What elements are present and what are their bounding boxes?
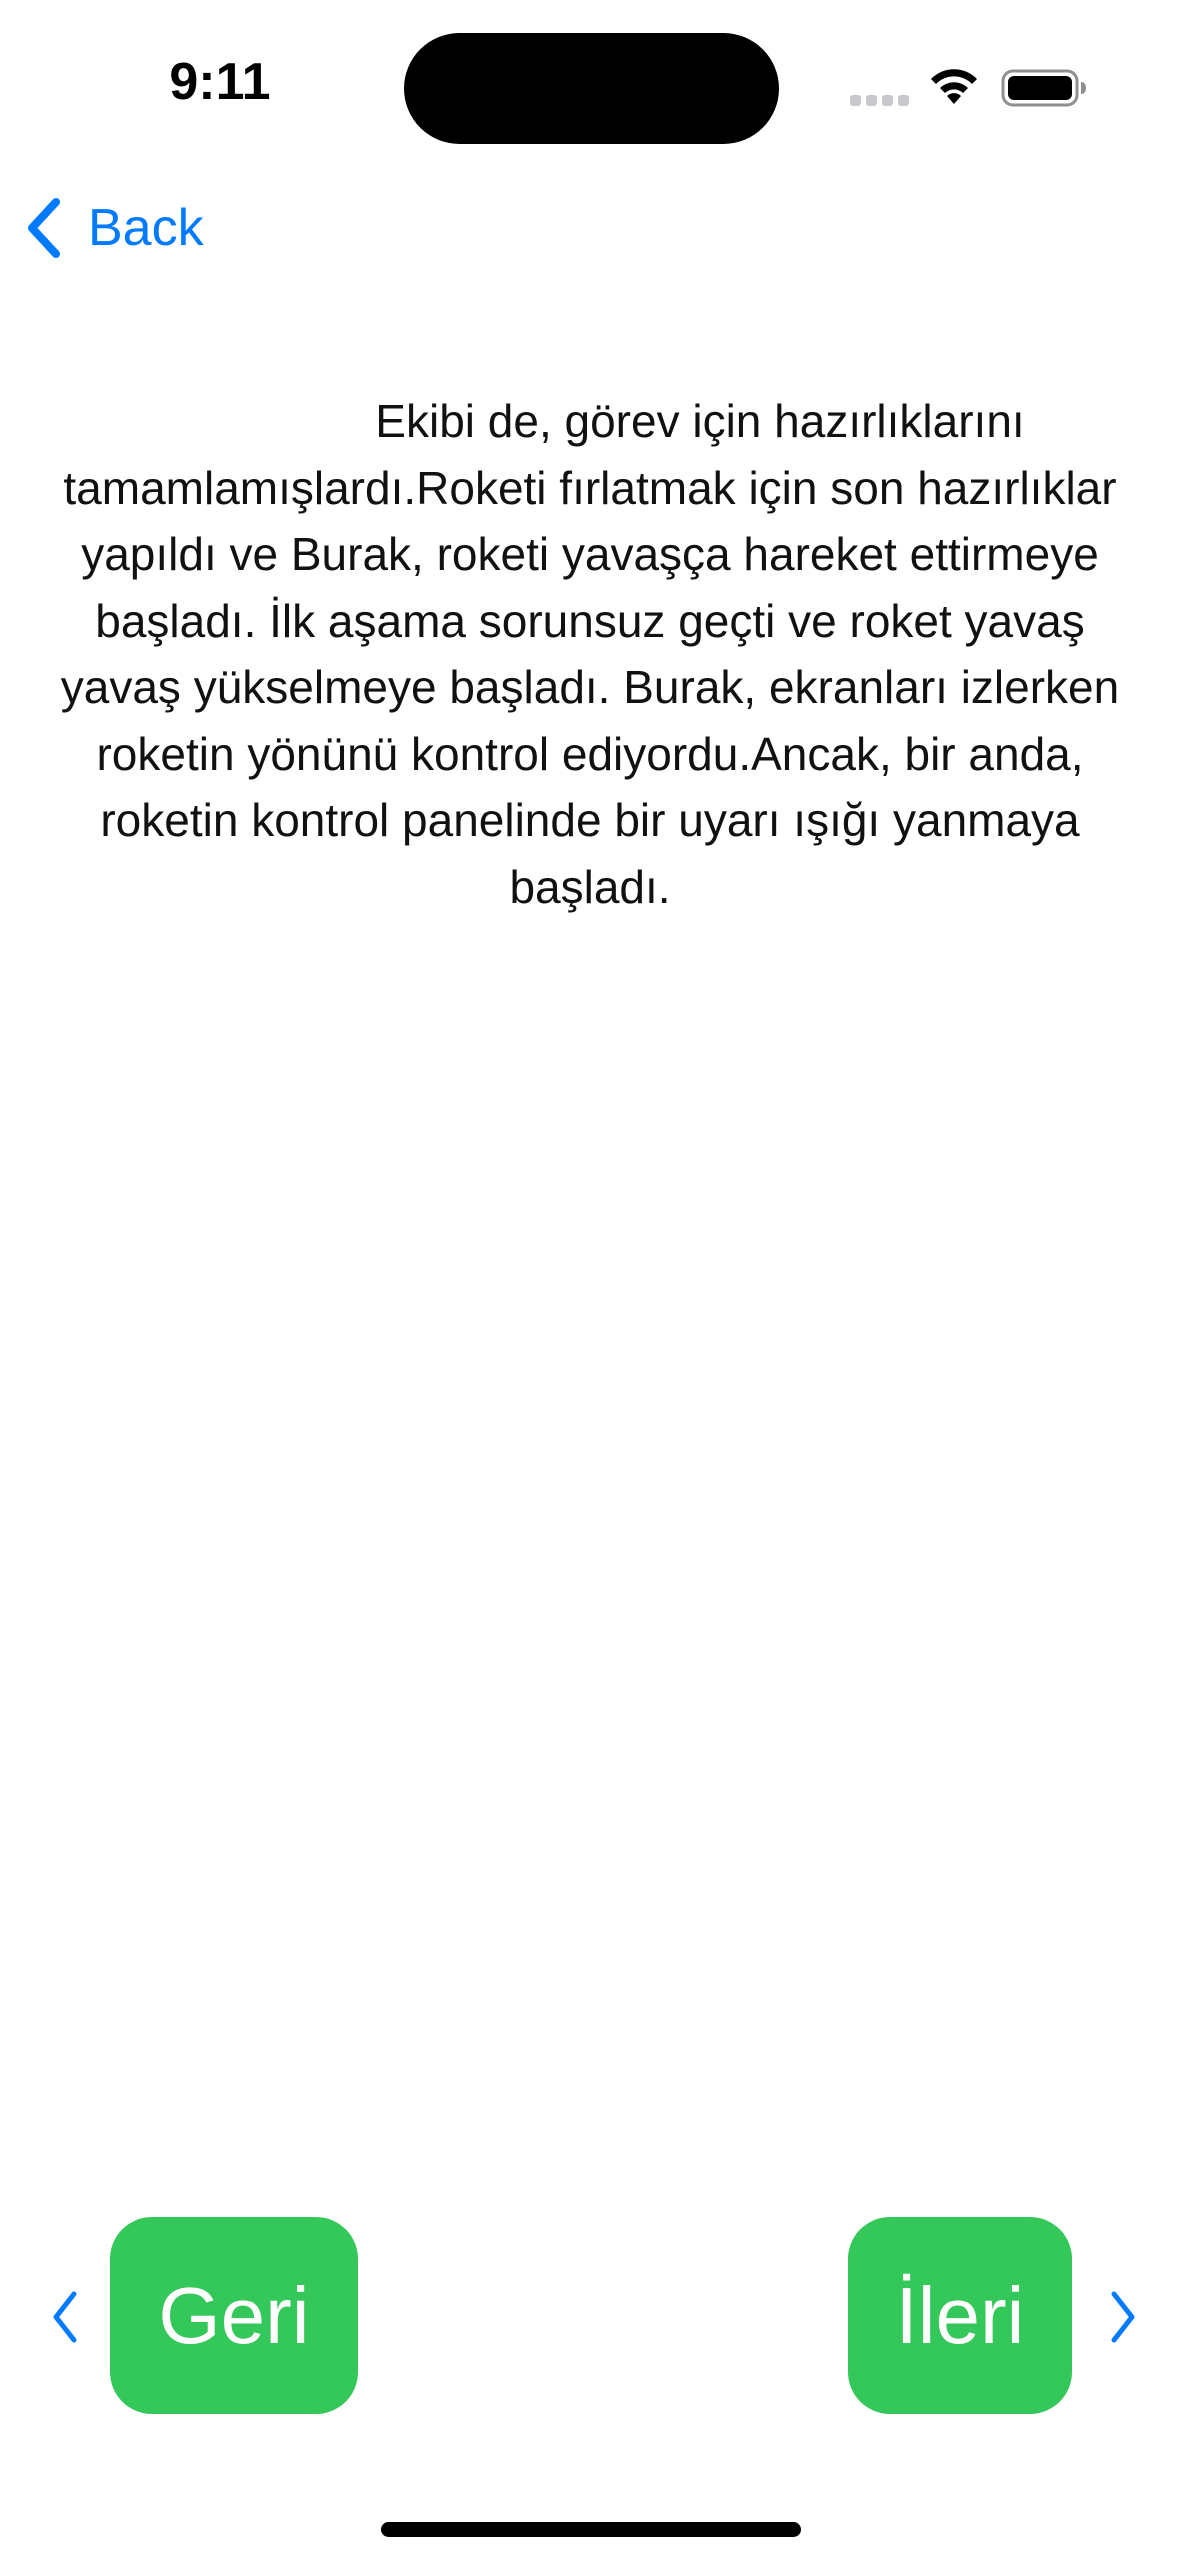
- story-text: Ekibi de, görev için hazırlıklarını tama…: [60, 395, 1120, 913]
- back-button-label: Back: [88, 199, 204, 257]
- dynamic-island: [404, 33, 779, 144]
- chevron-right-icon[interactable]: [1108, 2290, 1138, 2344]
- chevron-left-icon[interactable]: [50, 2290, 80, 2344]
- battery-icon: [1001, 69, 1086, 107]
- wifi-icon: [931, 69, 977, 104]
- status-bar: 9:11: [0, 0, 1179, 170]
- previous-page-button[interactable]: Geri: [110, 2217, 358, 2414]
- home-indicator[interactable]: [381, 2522, 801, 2537]
- chevron-left-icon: [28, 198, 60, 258]
- status-time: 9:11: [169, 53, 271, 111]
- cellular-signal-icon: [850, 95, 909, 106]
- next-page-button[interactable]: İleri: [848, 2217, 1072, 2414]
- back-button[interactable]: Back: [24, 196, 204, 260]
